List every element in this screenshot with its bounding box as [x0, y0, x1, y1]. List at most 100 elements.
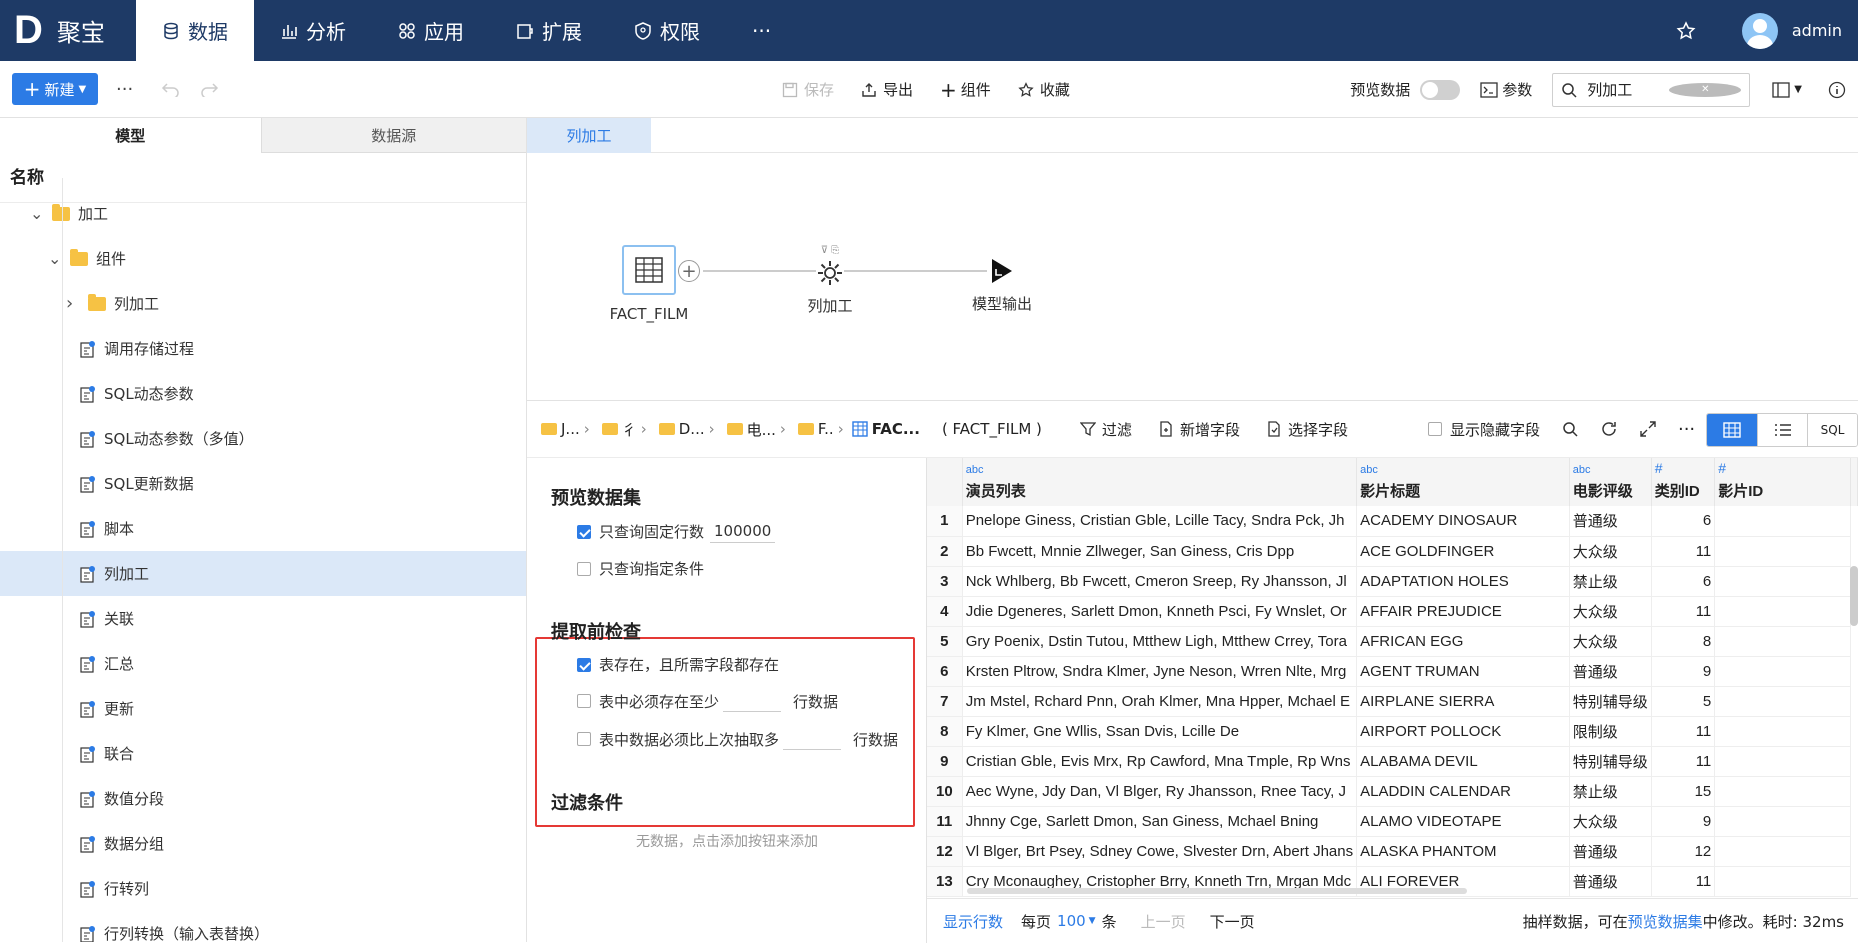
- search-input[interactable]: 列加工: [1587, 79, 1659, 100]
- table-row[interactable]: 5 Gry Poenix, Dstin Tutou, Mtthew Ligh, M…: [927, 626, 1858, 657]
- tree-node[interactable]: 脚本: [0, 506, 526, 551]
- page-size-select[interactable]: 100: [1057, 912, 1086, 930]
- tree-node[interactable]: 联合: [0, 731, 526, 776]
- save-button[interactable]: 保存: [782, 79, 834, 100]
- node-fact-film[interactable]: FACT_FILM: [595, 245, 703, 323]
- tree-node[interactable]: ⌄ 组件: [0, 236, 526, 281]
- chevron-down-icon[interactable]: ⌄: [30, 204, 44, 223]
- table-row[interactable]: 4 Jdie Dgeneres, Sarlett Dmon, Knneth Psc…: [927, 596, 1858, 627]
- tree-node[interactable]: SQL动态参数: [0, 371, 526, 416]
- node-column-process[interactable]: ⊽ ⎘ 列加工: [785, 245, 875, 316]
- breadcrumb-item[interactable]: J...: [561, 420, 580, 438]
- star-icon[interactable]: [1676, 20, 1696, 41]
- tree-node[interactable]: › 列加工: [0, 281, 526, 326]
- tree-node[interactable]: SQL动态参数（多值）: [0, 416, 526, 461]
- vertical-scrollbar[interactable]: [1850, 566, 1858, 626]
- clear-icon[interactable]: ✕: [1669, 82, 1742, 97]
- params-button[interactable]: 参数: [1502, 79, 1532, 100]
- check-table-exists-checkbox[interactable]: [577, 657, 591, 672]
- tab-model[interactable]: 模型: [0, 118, 261, 153]
- prev-page-button[interactable]: 上一页: [1141, 911, 1186, 932]
- username[interactable]: admin: [1792, 21, 1842, 40]
- tab-datasource[interactable]: 数据源: [260, 118, 526, 153]
- chevron-right-icon[interactable]: ›: [66, 293, 80, 314]
- nav-more-button[interactable]: ···: [726, 0, 797, 61]
- select-field-button[interactable]: 选择字段: [1266, 419, 1348, 440]
- check-min-rows-checkbox[interactable]: [577, 694, 591, 708]
- table-row[interactable]: 9 Cristian Gble, Evis Mrx, Rp Cawford, Mn…: [927, 746, 1858, 777]
- breadcrumb-item[interactable]: F..: [818, 420, 834, 438]
- nav-permissions[interactable]: 权限: [608, 0, 726, 61]
- search-box[interactable]: 列加工 ✕: [1552, 72, 1751, 107]
- preview-dataset-link[interactable]: 预览数据集: [1628, 913, 1703, 931]
- nav-data[interactable]: 数据: [136, 0, 254, 61]
- show-hidden-checkbox[interactable]: [1427, 422, 1442, 436]
- table-row[interactable]: 2 Bb Fwcett, Mnnie Zllweger, San Giness, …: [927, 536, 1858, 567]
- favorite-button[interactable]: 收藏: [1018, 79, 1070, 100]
- export-button[interactable]: 导出: [861, 79, 913, 100]
- filter-button[interactable]: 过滤: [1079, 419, 1132, 440]
- tree-node[interactable]: 列加工: [0, 551, 526, 596]
- search-icon[interactable]: [1562, 421, 1578, 437]
- horizontal-scrollbar[interactable]: [967, 888, 1467, 894]
- add-field-button[interactable]: 新增字段: [1158, 419, 1240, 440]
- add-node-icon[interactable]: +: [678, 260, 700, 282]
- preview-data-toggle[interactable]: [1420, 79, 1461, 100]
- tree-node[interactable]: 关联: [0, 596, 526, 641]
- avatar[interactable]: [1741, 12, 1778, 49]
- table-row[interactable]: 7 Jm Mstel, Rchard Pnn, Orah Klmer, Mna H…: [927, 686, 1858, 717]
- table-row[interactable]: 6 Krsten Pltrow, Sndra Klmer, Jyne Neson,…: [927, 656, 1858, 687]
- table-row[interactable]: 12 Vl Blger, Brt Psey, Sdney Cowe, Slvest…: [927, 836, 1858, 867]
- undo-icon[interactable]: [161, 81, 181, 97]
- column-header[interactable]: abc 电影评级: [1569, 458, 1652, 506]
- tree-node[interactable]: 数据分组: [0, 821, 526, 866]
- redo-icon[interactable]: [199, 81, 219, 97]
- tree-node[interactable]: 调用存储过程: [0, 326, 526, 371]
- breadcrumb-item[interactable]: 电...: [747, 419, 776, 440]
- more-button[interactable]: ···: [116, 79, 133, 100]
- column-header[interactable]: abc 影片标题: [1356, 458, 1570, 506]
- show-rows-link[interactable]: 显示行数: [943, 911, 1003, 932]
- table-row[interactable]: 11 Jhnny Cge, Sarlett Dmon, San Giness, M…: [927, 806, 1858, 837]
- node-model-output[interactable]: 模型输出: [947, 257, 1057, 314]
- tree-node[interactable]: ⌄ 加工: [0, 191, 526, 236]
- tree-node[interactable]: 汇总: [0, 641, 526, 686]
- nav-analysis[interactable]: 分析: [254, 0, 372, 61]
- grid-view-button[interactable]: [1707, 414, 1757, 446]
- tree-node[interactable]: SQL更新数据: [0, 461, 526, 506]
- condition-checkbox[interactable]: [577, 561, 591, 576]
- column-header[interactable]: # 影片ID: [1714, 458, 1851, 506]
- chevron-down-icon[interactable]: ▼: [1089, 916, 1096, 926]
- breadcrumb-item[interactable]: D...: [679, 420, 705, 438]
- next-page-button[interactable]: 下一页: [1210, 911, 1255, 932]
- info-icon[interactable]: [1828, 81, 1846, 99]
- fixed-rows-checkbox[interactable]: [577, 524, 591, 539]
- show-hidden-fields[interactable]: 显示隐藏字段: [1427, 419, 1540, 440]
- list-view-button[interactable]: [1757, 414, 1807, 446]
- refresh-icon[interactable]: [1600, 420, 1618, 438]
- expand-icon[interactable]: [1640, 421, 1656, 437]
- column-header[interactable]: abc 演员列表: [962, 458, 1358, 506]
- tree-node[interactable]: 更新: [0, 686, 526, 731]
- nav-extensions[interactable]: 扩展: [490, 0, 608, 61]
- tree-node[interactable]: 数值分段: [0, 776, 526, 821]
- new-button[interactable]: + 新建 ▼: [12, 73, 98, 105]
- table-row[interactable]: 3 Nck Whlberg, Bb Fwcett, Cmeron Sreep, R…: [927, 566, 1858, 597]
- check-more-rows-checkbox[interactable]: [577, 732, 591, 746]
- table-row[interactable]: 10 Aec Wyne, Jdy Dan, Vl Blger, Ry Jhanss…: [927, 776, 1858, 807]
- sql-view-button[interactable]: SQL: [1807, 414, 1857, 446]
- chevron-down-icon[interactable]: ⌄: [48, 249, 62, 268]
- nav-apps[interactable]: 应用: [372, 0, 490, 61]
- breadcrumb-item[interactable]: 彳: [622, 419, 637, 440]
- more-button[interactable]: ···: [1678, 419, 1695, 440]
- tab-column-process[interactable]: 列加工: [527, 118, 651, 153]
- component-button[interactable]: + 组件: [940, 78, 991, 102]
- layout-icon[interactable]: [1772, 81, 1790, 98]
- fixed-rows-input[interactable]: 100000: [710, 520, 776, 543]
- tree-node[interactable]: 行转列: [0, 866, 526, 911]
- tree-node[interactable]: 行列转换（输入表替换）: [0, 911, 526, 942]
- table-row[interactable]: 8 Fy Klmer, Gne Wllis, Ssan Dvis, Lcille …: [927, 716, 1858, 747]
- column-header[interactable]: # 类别ID: [1651, 458, 1716, 506]
- chevron-down-icon[interactable]: ▼: [1794, 84, 1802, 95]
- table-row[interactable]: 1 Pnelope Giness, Cristian Gble, Lcille T…: [927, 506, 1858, 537]
